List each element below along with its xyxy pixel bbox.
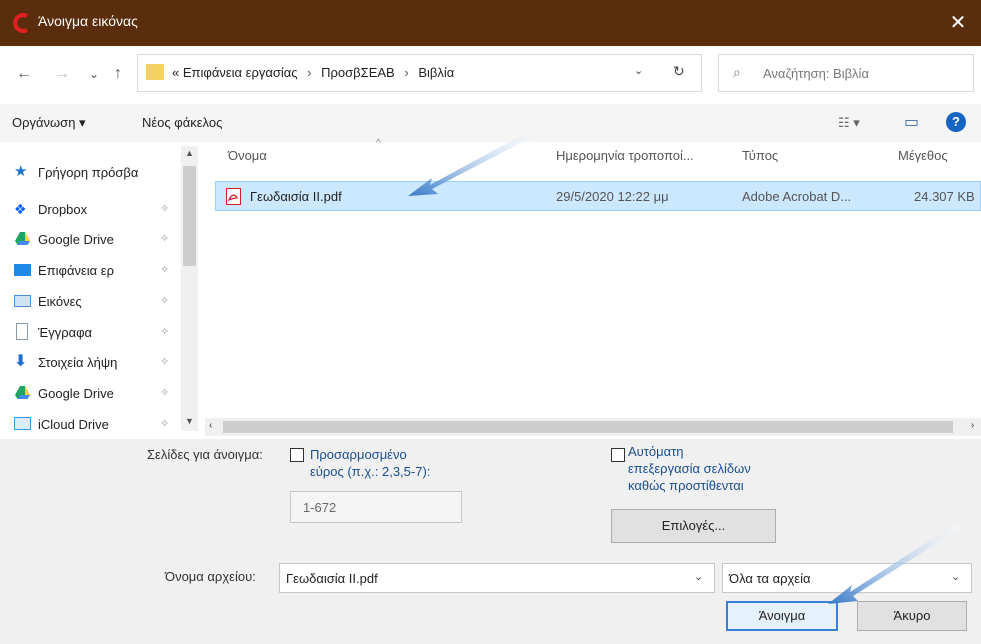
preview-pane-icon[interactable]: ▭	[904, 112, 919, 132]
auto-process-checkbox[interactable]	[611, 448, 625, 462]
navigation-pane: ★ Γρήγορη πρόσβα ❖ Dropbox ✧ Google Driv…	[0, 142, 205, 439]
address-bar[interactable]: « Επιφάνεια εργασίας › ΠροσβΣΕΑΒ › Βιβλί…	[137, 54, 702, 92]
recent-locations-icon[interactable]: ⌄	[84, 64, 104, 84]
filelist-horizontal-scrollbar[interactable]: ‹ ›	[205, 418, 981, 436]
custom-range-hint: εύρος (π.χ.: 2,3,5-7):	[310, 464, 431, 479]
scrollbar-thumb[interactable]	[223, 421, 953, 433]
star-icon: ★	[14, 163, 28, 180]
scroll-up-icon[interactable]: ▲	[185, 148, 194, 158]
file-type: Adobe Acrobat D...	[742, 189, 852, 204]
sort-ascending-icon: ^	[376, 138, 381, 149]
file-date: 29/5/2020 12:22 μμ	[556, 189, 669, 204]
search-box[interactable]: ⌕ Αναζήτηση: Βιβλία	[718, 54, 974, 92]
forward-arrow-icon[interactable]: →	[52, 64, 72, 84]
sidebar-item-desktop[interactable]: Επιφάνεια ερ ✧	[0, 258, 180, 283]
pin-icon: ✧	[160, 418, 170, 430]
organize-button[interactable]: Οργάνωση ▾	[12, 115, 86, 131]
open-button[interactable]: Άνοιγμα	[726, 601, 838, 631]
back-arrow-icon[interactable]: ←	[14, 64, 34, 84]
chevron-down-icon[interactable]: ⌄	[694, 570, 703, 583]
pages-to-open-label: Σελίδες για άνοιγμα:	[147, 447, 263, 462]
filename-label: Όνομα αρχείου:	[165, 569, 256, 584]
breadcrumb-overflow[interactable]: «	[172, 65, 179, 80]
pictures-icon	[14, 295, 31, 307]
auto-process-label-line1: Αυτόματη	[628, 444, 684, 459]
google-drive-icon	[15, 232, 30, 245]
up-arrow-icon[interactable]: ↑	[108, 64, 128, 84]
sidebar-item-pictures[interactable]: Εικόνες ✧	[0, 289, 180, 314]
pdf-file-icon	[226, 188, 241, 205]
auto-process-label-line2: επεξεργασία σελίδων	[628, 461, 751, 476]
options-button[interactable]: Επιλογές...	[611, 509, 776, 543]
search-icon: ⌕	[733, 64, 741, 80]
pin-icon: ✧	[160, 387, 170, 399]
google-drive-icon	[15, 386, 30, 399]
breadcrumb-item[interactable]: ΠροσβΣΕΑΒ	[321, 65, 395, 80]
documents-icon	[16, 323, 28, 340]
search-input[interactable]: Αναζήτηση: Βιβλία	[763, 66, 869, 81]
command-bar: Οργάνωση ▾ Νέος φάκελος ☷ ▾ ▭ ?	[0, 104, 981, 142]
help-icon[interactable]: ?	[946, 112, 966, 132]
window-title: Άνοιγμα εικόνας	[38, 13, 138, 29]
app-logo-icon	[13, 13, 28, 33]
column-header-name[interactable]: Όνομα	[228, 148, 267, 163]
breadcrumb-item[interactable]: Επιφάνεια εργασίας	[183, 65, 298, 80]
scroll-left-icon[interactable]: ‹	[209, 420, 212, 431]
file-size: 24.307 KB	[914, 189, 975, 204]
pin-icon: ✧	[160, 295, 170, 307]
breadcrumb-separator: ›	[307, 65, 312, 80]
sidebar-scrollbar[interactable]: ▲ ▼	[181, 146, 198, 431]
pin-icon: ✧	[160, 233, 170, 245]
filename-input[interactable]: Γεωδαισία ΙΙ.pdf ⌄	[279, 563, 715, 593]
sidebar-item-dropbox[interactable]: ❖ Dropbox ✧	[0, 197, 180, 222]
icloud-icon	[14, 417, 31, 430]
auto-process-label-line3: καθώς προστίθενται	[628, 478, 744, 493]
scroll-right-icon[interactable]: ›	[971, 420, 974, 431]
sidebar-item-documents[interactable]: Έγγραφα ✧	[0, 320, 180, 345]
folder-icon	[146, 64, 164, 80]
column-header-date[interactable]: Ημερομηνία τροποποί...	[556, 148, 694, 163]
file-row[interactable]: Γεωδαισία ΙΙ.pdf 29/5/2020 12:22 μμ Adob…	[215, 181, 981, 211]
column-header-size[interactable]: Μέγεθος	[898, 148, 948, 163]
file-type-filter[interactable]: Όλα τα αρχεία ⌄	[722, 563, 972, 593]
options-panel: Σελίδες για άνοιγμα: Προσαρμοσμένο εύρος…	[0, 439, 981, 644]
breadcrumb-item[interactable]: Βιβλία	[418, 65, 454, 80]
downloads-icon: ⬇	[14, 353, 28, 370]
close-icon[interactable]: ✕	[943, 8, 973, 38]
sidebar-item-icloud[interactable]: iCloud Drive ✧	[0, 412, 180, 437]
custom-range-checkbox[interactable]	[290, 448, 304, 462]
sidebar-item-quick-access[interactable]: ★ Γρήγορη πρόσβα	[0, 160, 180, 185]
cancel-button[interactable]: Άκυρο	[857, 601, 967, 631]
desktop-icon	[14, 264, 31, 276]
pin-icon: ✧	[160, 203, 170, 215]
new-folder-button[interactable]: Νέος φάκελος	[142, 115, 222, 130]
refresh-icon[interactable]: ↻	[673, 63, 691, 81]
sidebar-item-google-drive-2[interactable]: Google Drive ✧	[0, 381, 180, 406]
pin-icon: ✧	[160, 326, 170, 338]
scrollbar-thumb[interactable]	[183, 166, 196, 266]
chevron-down-icon[interactable]: ⌄	[951, 570, 960, 583]
file-name: Γεωδαισία ΙΙ.pdf	[250, 189, 342, 204]
scroll-down-icon[interactable]: ▼	[185, 416, 194, 426]
navigation-bar: ← → ⌄ ↑ « Επιφάνεια εργασίας › ΠροσβΣΕΑΒ…	[0, 46, 981, 104]
view-options-icon[interactable]: ☷ ▾	[838, 115, 860, 131]
custom-range-label: Προσαρμοσμένο	[310, 447, 407, 462]
column-header-type[interactable]: Τύπος	[742, 148, 778, 163]
pin-icon: ✧	[160, 264, 170, 276]
title-bar: Άνοιγμα εικόνας ✕	[0, 0, 981, 46]
dropbox-icon: ❖	[14, 201, 27, 217]
chevron-down-icon[interactable]: ⌄	[634, 64, 650, 82]
sidebar-item-downloads[interactable]: ⬇ Στοιχεία λήψη ✧	[0, 350, 180, 375]
sidebar-item-google-drive[interactable]: Google Drive ✧	[0, 227, 180, 252]
pin-icon: ✧	[160, 356, 170, 368]
breadcrumb: « Επιφάνεια εργασίας › ΠροσβΣΕΑΒ › Βιβλί…	[172, 65, 454, 80]
breadcrumb-separator: ›	[404, 65, 409, 80]
page-range-input[interactable]: 1-672	[290, 491, 462, 523]
